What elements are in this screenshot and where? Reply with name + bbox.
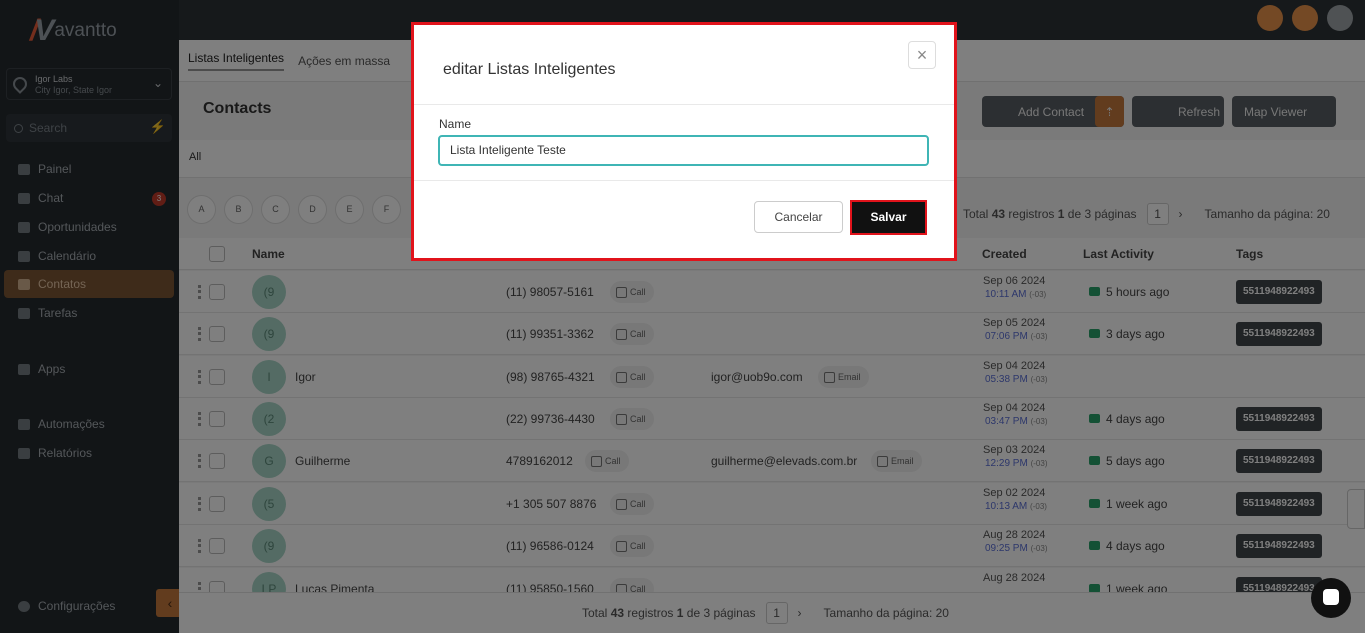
- edit-smart-list-modal: editar Listas Inteligentes × Name Lista …: [411, 22, 957, 261]
- save-button[interactable]: Salvar: [850, 200, 927, 235]
- divider: [414, 180, 954, 181]
- name-field[interactable]: Lista Inteligente Teste: [438, 135, 929, 166]
- name-label: Name: [439, 117, 472, 131]
- close-icon[interactable]: ×: [908, 41, 936, 69]
- modal-title: editar Listas Inteligentes: [443, 61, 616, 78]
- cancel-button[interactable]: Cancelar: [754, 201, 843, 233]
- chat-widget-icon[interactable]: [1311, 578, 1351, 618]
- divider: [414, 104, 954, 105]
